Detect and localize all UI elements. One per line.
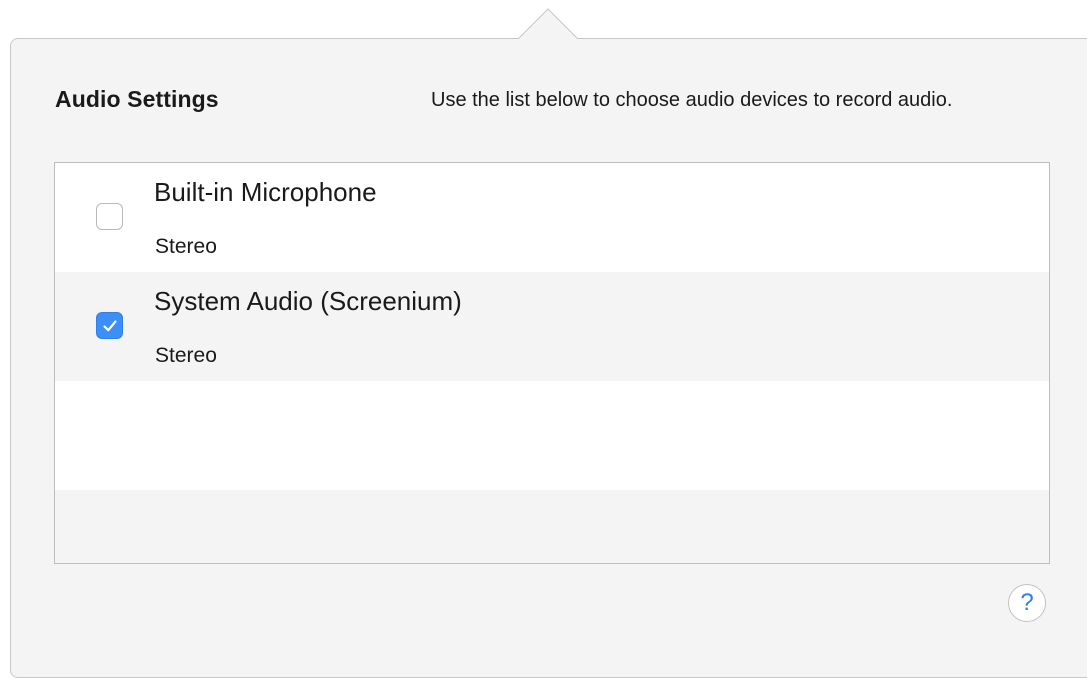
question-mark-icon: ?: [1020, 589, 1034, 616]
device-row-built-in-microphone[interactable]: Built-in Microphone Stereo: [55, 163, 1049, 272]
device-row-system-audio[interactable]: System Audio (Screenium) Stereo: [55, 272, 1049, 381]
device-channel: Stereo: [155, 235, 217, 258]
popover-arrow: [518, 8, 578, 39]
empty-list-row: [55, 490, 1049, 563]
device-name: System Audio (Screenium): [154, 286, 462, 316]
panel-title: Audio Settings: [55, 86, 219, 112]
help-button[interactable]: ?: [1008, 584, 1046, 622]
device-channel: Stereo: [155, 344, 217, 367]
audio-device-list[interactable]: Built-in Microphone Stereo System Audio …: [54, 162, 1050, 564]
panel-description: Use the list below to choose audio devic…: [431, 89, 953, 111]
device-checkbox-built-in-microphone[interactable]: [96, 203, 123, 230]
device-name: Built-in Microphone: [154, 177, 377, 207]
checkmark-icon: [103, 320, 117, 332]
device-checkbox-system-audio[interactable]: [96, 312, 123, 339]
empty-list-row: [55, 381, 1049, 490]
